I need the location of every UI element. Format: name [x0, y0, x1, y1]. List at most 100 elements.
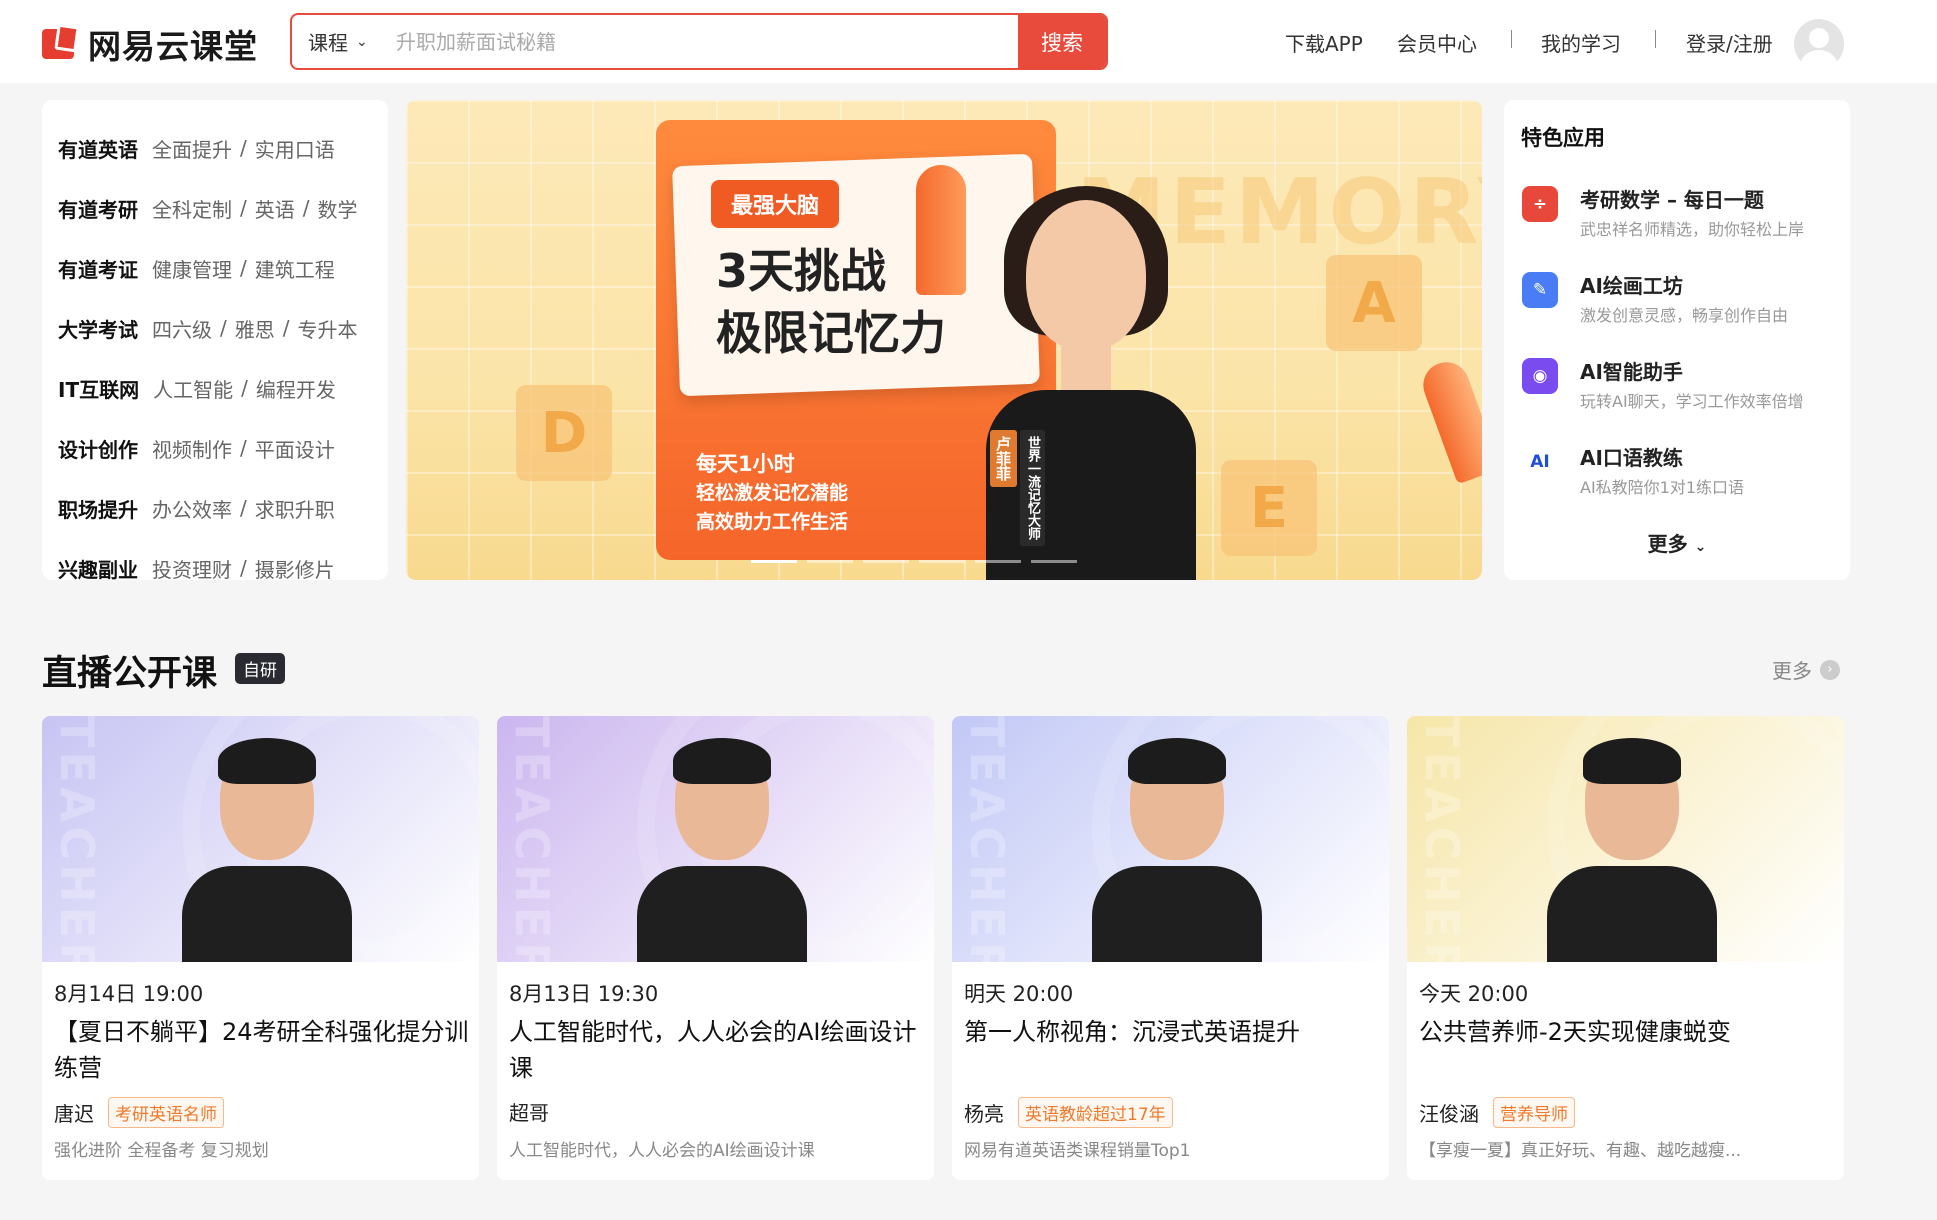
category-main-link[interactable]: IT互联网 — [58, 374, 139, 403]
category-sub-link[interactable]: 全科定制 — [152, 194, 232, 223]
course-title: 人工智能时代，人人必会的AI绘画设计课 — [509, 1018, 917, 1082]
live-course-card[interactable]: TEACHER 8月14日 19:00 【夏日不躺平】24考研全科强化提分训练营… — [42, 716, 479, 1180]
category-separator: / — [241, 376, 248, 400]
featured-app-item[interactable]: ÷ 考研数学 – 每日一题 武忠祥名师精选，助你轻松上岸 — [1522, 184, 1842, 254]
nav-my-learning[interactable]: 我的学习 — [1541, 28, 1621, 57]
category-main-link[interactable]: 大学考试 — [58, 314, 138, 343]
featured-app-item[interactable]: AI AI口语教练 AI私教陪你1对1练口语 — [1522, 442, 1842, 512]
category-sub-link[interactable]: 求职升职 — [255, 494, 335, 523]
search-category-select[interactable]: 课程 ⌄ — [292, 15, 382, 68]
app-name: AI绘画工坊 — [1580, 274, 1683, 298]
category-sub-link[interactable]: 四六级 — [152, 314, 212, 343]
course-cover-image: TEACHER — [952, 716, 1389, 962]
nav-login-register[interactable]: 登录/注册 — [1686, 28, 1773, 57]
live-course-card[interactable]: TEACHER 明天 20:00 第一人称视角：沉浸式英语提升 杨亮 英语教龄超过… — [952, 716, 1389, 1180]
course-description: 强化进阶 全程备考 复习规划 — [54, 1141, 269, 1161]
search-input[interactable] — [382, 15, 1018, 68]
carousel-dot[interactable] — [975, 560, 1021, 563]
teacher-photo — [1547, 736, 1717, 962]
teacher-photo — [182, 736, 352, 962]
category-sub-link[interactable]: 建筑工程 — [255, 254, 335, 283]
featured-app-item[interactable]: ✎ AI绘画工坊 激发创意灵感，畅享创作自由 — [1522, 270, 1842, 340]
category-menu: 有道英语 全面提升 / 实用口语 有道考研 全科定制 / 英语 / 数学 有道考证 健康管理 / 建筑工程… — [42, 100, 388, 583]
app-name: AI智能助手 — [1580, 360, 1683, 384]
nav-download-app[interactable]: 下载APP — [1285, 28, 1363, 57]
hero-banner[interactable]: MEMORY D A E 最强大脑 3天挑战 极限记忆力 每天1小时 轻松激发记… — [406, 100, 1482, 580]
carousel-dot[interactable] — [1031, 560, 1077, 563]
category-main-link[interactable]: 兴趣副业 — [58, 554, 138, 583]
category-sub-link[interactable]: 人工智能 — [153, 374, 233, 403]
palette-icon: ✎ — [1522, 272, 1558, 308]
teacher-photo — [637, 736, 807, 962]
featured-app-item[interactable]: ◉ AI智能助手 玩转AI聊天，学习工作效率倍增 — [1522, 356, 1842, 426]
search-category-label: 课程 — [308, 31, 348, 55]
course-cover-image: TEACHER — [497, 716, 934, 962]
banner-title: 3天挑战 极限记忆力 — [716, 244, 946, 360]
banner-tag: 最强大脑 — [711, 180, 840, 228]
course-title: 公共营养师-2天实现健康蜕变 — [1419, 1018, 1731, 1046]
category-separator: / — [240, 436, 247, 460]
category-sub-link[interactable]: 投资理财 — [152, 554, 232, 583]
category-sub-link[interactable]: 平面设计 — [255, 434, 335, 463]
course-time: 8月14日 19:00 — [54, 982, 204, 1006]
teacher-photo — [1092, 736, 1262, 962]
category-main-link[interactable]: 有道英语 — [58, 134, 138, 163]
avatar[interactable] — [1794, 19, 1844, 69]
app-description: 武忠祥名师精选，助你轻松上岸 — [1580, 220, 1805, 239]
category-sub-link[interactable]: 视频制作 — [152, 434, 232, 463]
banner-name-tag: 卢菲菲 — [990, 430, 1017, 487]
app-name: 考研数学 – 每日一题 — [1580, 188, 1764, 212]
category-main-link[interactable]: 有道考证 — [58, 254, 138, 283]
category-row: 有道考证 健康管理 / 建筑工程 — [42, 238, 388, 298]
featured-apps-title: 特色应用 — [1521, 126, 1605, 150]
banner-letter-d: D — [516, 385, 612, 481]
category-separator: / — [282, 316, 290, 340]
search-button[interactable]: 搜索 — [1018, 15, 1106, 68]
section-title: 直播公开课 — [42, 654, 218, 694]
live-course-card[interactable]: TEACHER 今天 20:00 公共营养师-2天实现健康蜕变 汪俊涵 营养导师 … — [1407, 716, 1844, 1180]
category-separator: / — [240, 496, 247, 520]
category-sub-link[interactable]: 办公效率 — [152, 494, 232, 523]
logo[interactable]: 网易云课堂 — [42, 20, 258, 68]
app-name: AI口语教练 — [1580, 446, 1683, 470]
category-separator: / — [220, 316, 227, 340]
carousel-dot[interactable] — [919, 560, 965, 563]
course-description: 人工智能时代，人人必会的AI绘画设计课 — [509, 1141, 815, 1161]
category-sub-link[interactable]: 编程开发 — [256, 374, 336, 403]
category-sub-link[interactable]: 雅思 — [235, 314, 275, 343]
course-description: 网易有道英语类课程销量Top1 — [964, 1141, 1191, 1161]
teacher-tag: 英语教龄超过17年 — [1018, 1097, 1173, 1128]
apps-more-button[interactable]: 更多 ⌄ — [1504, 528, 1850, 557]
category-main-link[interactable]: 有道考研 — [58, 194, 138, 223]
banner-instructor-photo — [946, 180, 1216, 580]
live-course-card[interactable]: TEACHER 8月13日 19:30 人工智能时代，人人必会的AI绘画设计课 … — [497, 716, 934, 1180]
category-sub-link[interactable]: 数学 — [318, 194, 358, 223]
carousel-indicators — [751, 560, 1077, 563]
teacher-name: 杨亮 — [964, 1102, 1004, 1126]
category-main-link[interactable]: 职场提升 — [58, 494, 138, 523]
category-sub-link[interactable]: 全面提升 — [152, 134, 232, 163]
category-sub-link[interactable]: 专升本 — [298, 314, 358, 343]
carousel-dot[interactable] — [807, 560, 853, 563]
course-cover-image: TEACHER — [1407, 716, 1844, 962]
category-row: IT互联网 人工智能 / 编程开发 — [42, 358, 388, 418]
category-sub-link[interactable]: 实用口语 — [255, 134, 335, 163]
nav-member-center[interactable]: 会员中心 — [1397, 28, 1477, 57]
app-description: AI私教陪你1对1练口语 — [1580, 478, 1745, 497]
category-sub-link[interactable]: 英语 — [255, 194, 295, 223]
category-main-link[interactable]: 设计创作 — [58, 434, 138, 463]
course-cover-image: TEACHER — [42, 716, 479, 962]
course-description: 【享瘦一夏】真正好玩、有趣、越吃越瘦... — [1419, 1141, 1742, 1161]
category-row: 有道英语 全面提升 / 实用口语 — [42, 118, 388, 178]
section-more-link[interactable]: 更多 › — [1772, 655, 1840, 684]
category-sub-link[interactable]: 摄影修片 — [255, 554, 335, 583]
teacher-name: 汪俊涵 — [1419, 1102, 1479, 1126]
carousel-dot[interactable] — [863, 560, 909, 563]
category-sub-link[interactable]: 健康管理 — [152, 254, 232, 283]
category-row: 大学考试 四六级 / 雅思 / 专升本 — [42, 298, 388, 358]
section-badge: 自研 — [235, 653, 285, 684]
category-row: 有道考研 全科定制 / 英语 / 数学 — [42, 178, 388, 238]
chevron-down-icon: ⌄ — [1694, 539, 1707, 555]
carousel-dot[interactable] — [751, 560, 797, 563]
category-separator: / — [240, 136, 247, 160]
